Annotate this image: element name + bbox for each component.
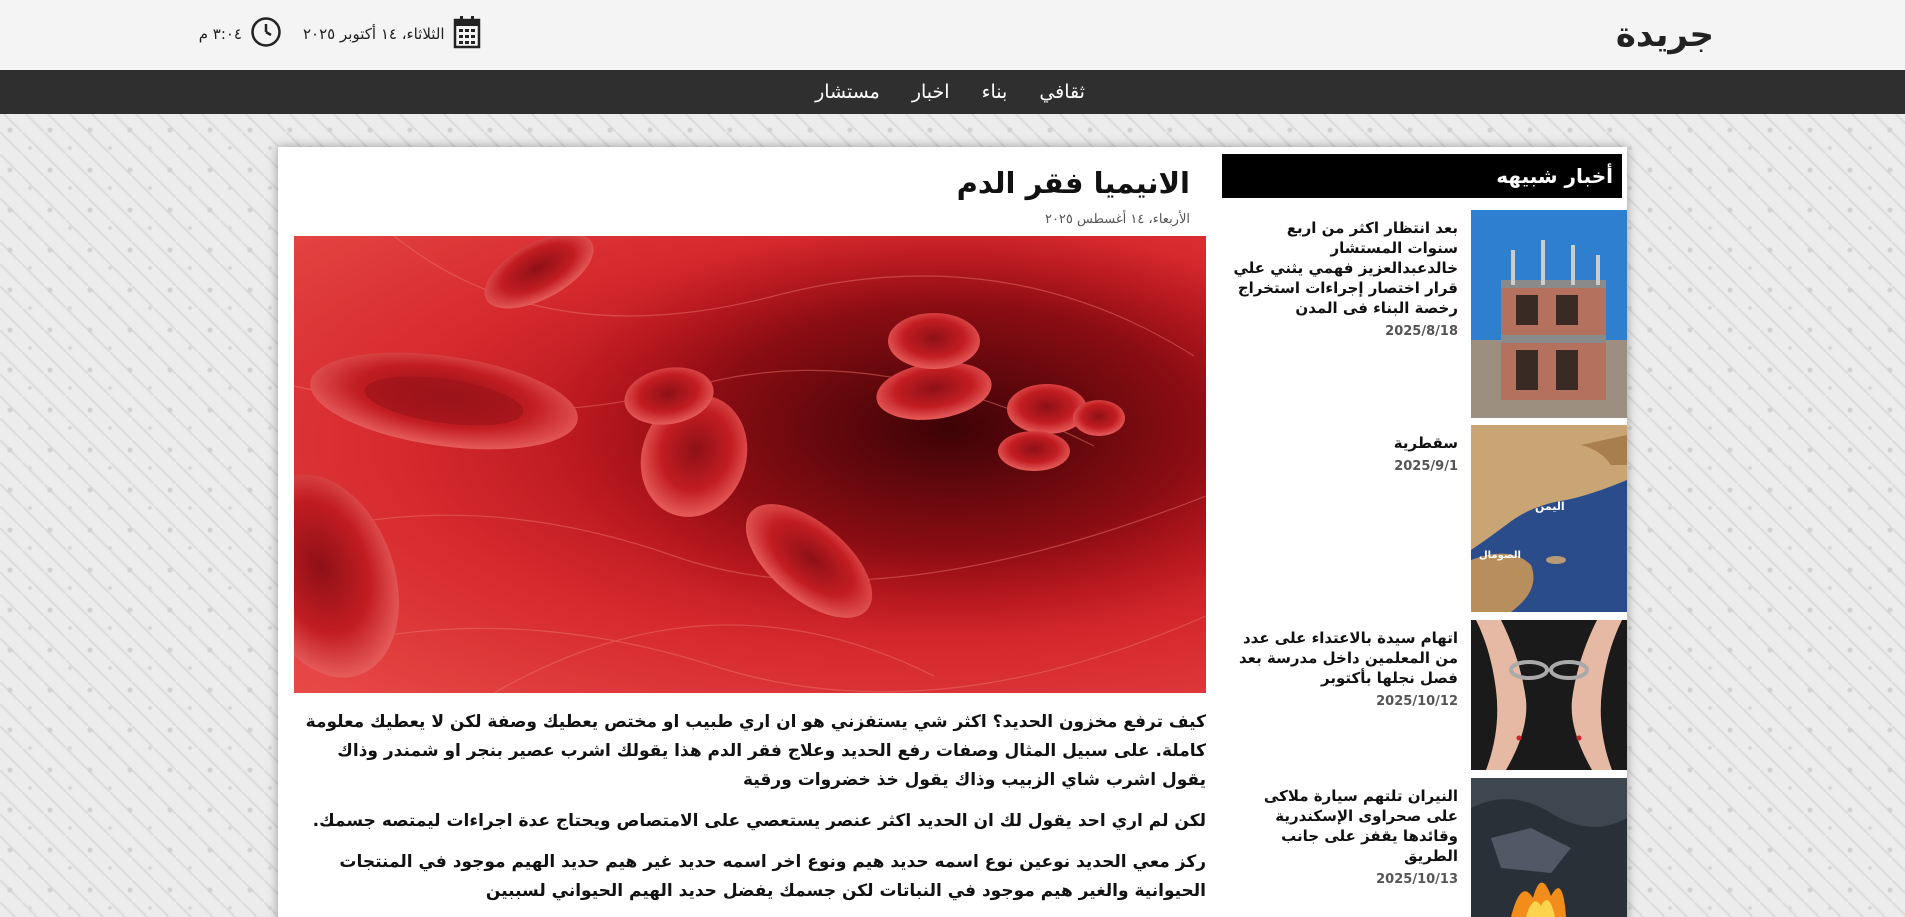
building-image: [1471, 210, 1627, 418]
related-news-heading: أخبار شبيهه: [1222, 154, 1627, 198]
nav-item-culture[interactable]: ثقافي: [1039, 81, 1085, 103]
news-date: 2025/9/1: [1394, 459, 1458, 474]
article-hero-image: [294, 236, 1206, 693]
article-body: كيف ترفع مخزون الحديد؟ اكثر شي يستفزني ه…: [294, 708, 1206, 917]
article-date: الأربعاء، ١٤ أغسطس ٢٠٢٥: [1044, 212, 1190, 227]
related-news-item[interactable]: اتهام سيدة بالاعتداء على عدد من المعلمين…: [1222, 620, 1627, 770]
news-text: بعد انتظار اكثر من اربع سنوات المستشار خ…: [1232, 218, 1458, 339]
related-news-item[interactable]: بعد انتظار اكثر من اربع سنوات المستشار خ…: [1222, 210, 1627, 418]
news-thumbnail[interactable]: [1471, 778, 1627, 917]
date-display: الثلاثاء، ١٤ أكتوبر ٢٠٢٥: [303, 16, 480, 52]
news-text: النيران تلتهم سيارة ملاكى على صحراوى الإ…: [1232, 786, 1458, 887]
news-date: 2025/8/18: [1385, 324, 1458, 339]
news-title[interactable]: بعد انتظار اكثر من اربع سنوات المستشار خ…: [1232, 218, 1458, 318]
map-image: اليمن الصومال: [1471, 425, 1627, 612]
time-display: ٣:٠٤ م: [198, 16, 282, 52]
main-nav: ثقافي بناء اخبار مستشار: [0, 70, 1905, 114]
nav-item-news[interactable]: اخبار: [912, 81, 950, 103]
article-title: الانيميا فقر الدم: [956, 166, 1190, 200]
map-label-yemen: اليمن: [1535, 500, 1565, 513]
news-text: اتهام سيدة بالاعتداء على عدد من المعلمين…: [1232, 628, 1458, 709]
handcuffs-image: [1471, 620, 1627, 770]
burning-car-image: [1471, 778, 1627, 917]
top-bar: جريدة الثلاثاء، ١٤ أكتوبر ٢٠٢٥ ٣:٠٤ م: [0, 0, 1905, 70]
nav-item-consultant[interactable]: مستشار: [815, 81, 880, 103]
nav-item-building[interactable]: بناء: [982, 81, 1008, 103]
news-title[interactable]: سقطرية: [1232, 433, 1458, 453]
clock-icon: [250, 16, 282, 52]
heading-accent: [1622, 154, 1627, 198]
map-label-somalia: الصومال: [1479, 550, 1521, 561]
article-paragraph: ركز معي الحديد نوعين نوع اسمه حديد هيم و…: [339, 852, 1206, 901]
news-title[interactable]: النيران تلتهم سيارة ملاكى على صحراوى الإ…: [1232, 786, 1458, 866]
related-news-title: أخبار شبيهه: [1496, 164, 1613, 188]
blood-cells-illustration: [294, 236, 1206, 693]
news-text: سقطرية 2025/9/1: [1232, 433, 1458, 474]
news-thumbnail[interactable]: [1471, 620, 1627, 770]
calendar-icon: [453, 15, 481, 53]
site-logo[interactable]: جريدة: [1616, 14, 1715, 56]
article-paragraph: لكن لم اري احد يقول لك ان الحديد اكثر عن…: [312, 811, 1206, 831]
news-title[interactable]: اتهام سيدة بالاعتداء على عدد من المعلمين…: [1232, 628, 1458, 688]
article-paragraph: كيف ترفع مخزون الحديد؟ اكثر شي يستفزني ه…: [305, 712, 1206, 790]
news-thumbnail[interactable]: [1471, 210, 1627, 418]
news-thumbnail[interactable]: اليمن الصومال: [1471, 425, 1627, 612]
related-news-item[interactable]: اليمن الصومال سقطرية 2025/9/1: [1222, 425, 1627, 612]
news-date: 2025/10/12: [1376, 694, 1458, 709]
news-date: 2025/10/13: [1376, 872, 1458, 887]
related-news-item[interactable]: النيران تلتهم سيارة ملاكى على صحراوى الإ…: [1222, 778, 1627, 917]
current-date: الثلاثاء، ١٤ أكتوبر ٢٠٢٥: [303, 25, 445, 43]
current-time: ٣:٠٤ م: [198, 25, 242, 43]
